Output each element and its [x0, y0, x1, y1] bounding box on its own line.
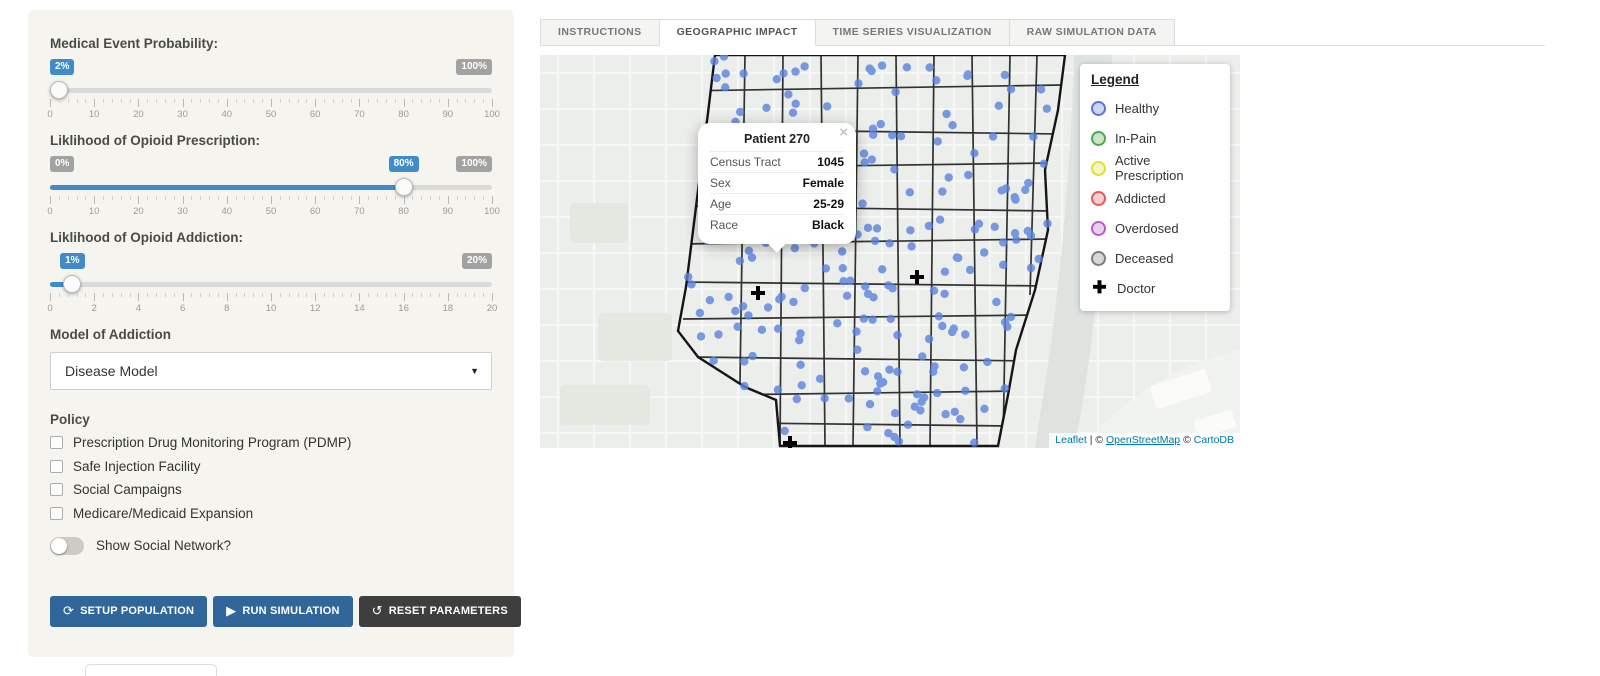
openstreetmap-link[interactable]: OpenStreetMap [1106, 434, 1180, 446]
play-icon: ▶ [226, 603, 236, 619]
legend-item-in-pain: In-Pain [1091, 123, 1219, 153]
leaflet-map[interactable]: × Patient 270 Census Tract1045 SexFemale… [540, 55, 1240, 448]
action-buttons: ⟳ SETUP POPULATION ▶ RUN SIMULATION ↺ RE… [50, 596, 492, 627]
reset-parameters-button[interactable]: ↺ RESET PARAMETERS [359, 596, 521, 627]
slider-opioid-addiction: Liklihood of Opioid Addiction: 0% 20% 1%… [50, 230, 492, 313]
slider-medical-event-probability: Medical Event Probability: 0% 100% 2% 01… [50, 36, 492, 119]
checkbox-icon[interactable] [50, 483, 63, 496]
active-prescription-circle-icon [1091, 161, 1106, 176]
policy-checkbox-group: Prescription Drug Monitoring Program (PD… [50, 435, 492, 521]
slider-label: Liklihood of Opioid Addiction: [50, 230, 492, 245]
deceased-circle-icon [1091, 251, 1106, 266]
slider-track[interactable] [50, 81, 492, 99]
refresh-icon: ⟳ [63, 603, 74, 619]
healthy-circle-icon [1091, 101, 1106, 116]
show-social-network-toggle[interactable] [50, 537, 84, 555]
cartodb-link[interactable]: CartoDB [1194, 434, 1234, 446]
model-of-addiction-select[interactable]: Disease Model ▼ [50, 352, 492, 390]
map-legend: Legend Healthy In-Pain Active Prescripti… [1080, 64, 1230, 311]
checkbox-pdmp[interactable]: Prescription Drug Monitoring Program (PD… [50, 435, 492, 450]
slider-max-badge: 20% [462, 253, 492, 269]
chevron-down-icon: ▼ [470, 366, 479, 376]
slider-handle[interactable] [63, 275, 81, 293]
legend-title: Legend [1091, 72, 1219, 87]
slider-max-badge: 100% [456, 59, 492, 75]
slider-track[interactable] [50, 275, 492, 293]
overdosed-circle-icon [1091, 221, 1106, 236]
toggle-knob[interactable] [51, 538, 67, 554]
addicted-circle-icon [1091, 191, 1106, 206]
model-of-addiction-label: Model of Addiction [50, 327, 492, 342]
controls-panel: Medical Event Probability: 0% 100% 2% 01… [28, 10, 514, 657]
checkbox-icon[interactable] [50, 507, 63, 520]
slider-max-badge: 100% [456, 156, 492, 172]
slider-track[interactable] [50, 178, 492, 196]
run-simulation-button[interactable]: ▶ RUN SIMULATION [213, 596, 353, 627]
popup-title: Patient 270 [710, 132, 844, 146]
undo-icon: ↺ [372, 603, 383, 619]
leaflet-link[interactable]: Leaflet [1055, 434, 1087, 446]
legend-item-healthy: Healthy [1091, 93, 1219, 123]
tab-instructions[interactable]: INSTRUCTIONS [540, 19, 660, 46]
policy-label: Policy [50, 412, 492, 427]
show-social-network-row: Show Social Network? [50, 537, 492, 555]
popup-row-sex: SexFemale [710, 172, 844, 193]
checkbox-icon[interactable] [50, 460, 63, 473]
selected-model-value: Disease Model [65, 363, 158, 379]
tab-raw-simulation-data[interactable]: RAW SIMULATION DATA [1009, 19, 1175, 46]
popup-row-census-tract: Census Tract1045 [710, 151, 844, 172]
doctor-cross-icon: ✚ [1091, 280, 1108, 297]
in-pain-circle-icon [1091, 131, 1106, 146]
legend-item-overdosed: Overdosed [1091, 213, 1219, 243]
slider-value-badge: 80% [389, 156, 419, 172]
slider-min-badge: 0% [50, 156, 74, 172]
popup-row-race: RaceBlack [710, 214, 844, 235]
legend-item-doctor: ✚ Doctor [1091, 273, 1219, 303]
toggle-label: Show Social Network? [96, 538, 231, 553]
slider-label: Medical Event Probability: [50, 36, 492, 51]
checkbox-icon[interactable] [50, 436, 63, 449]
map-attribution: Leaflet | © OpenStreetMap © CartoDB [1049, 433, 1240, 448]
slider-ticks: 0102030405060708090100 [50, 196, 492, 216]
app-page: Medical Event Probability: 0% 100% 2% 01… [0, 0, 1600, 676]
cutoff-card [85, 664, 217, 676]
tab-geographic-impact[interactable]: GEOGRAPHIC IMPACT [659, 19, 816, 46]
patient-popup: × Patient 270 Census Tract1045 SexFemale… [698, 123, 856, 244]
checkbox-medicare-medicaid-expansion[interactable]: Medicare/Medicaid Expansion [50, 506, 492, 521]
slider-value-badge: 2% [50, 59, 74, 75]
checkbox-social-campaigns[interactable]: Social Campaigns [50, 482, 492, 497]
legend-item-active-prescription: Active Prescription [1091, 153, 1219, 183]
slider-handle[interactable] [395, 178, 413, 196]
slider-label: Liklihood of Opioid Prescription: [50, 133, 492, 148]
slider-opioid-prescription: Liklihood of Opioid Prescription: 0% 100… [50, 133, 492, 216]
legend-item-deceased: Deceased [1091, 243, 1219, 273]
slider-ticks: 02468101214161820 [50, 293, 492, 313]
slider-value-badge: 1% [60, 253, 84, 269]
slider-ticks: 0102030405060708090100 [50, 99, 492, 119]
popup-close-icon[interactable]: × [839, 126, 848, 140]
setup-population-button[interactable]: ⟳ SETUP POPULATION [50, 596, 207, 627]
legend-item-addicted: Addicted [1091, 183, 1219, 213]
slider-handle[interactable] [50, 81, 68, 99]
tab-bar: INSTRUCTIONS GEOGRAPHIC IMPACT TIME SERI… [540, 19, 1175, 46]
tab-time-series-visualization[interactable]: TIME SERIES VISUALIZATION [815, 19, 1010, 46]
popup-row-age: Age25-29 [710, 193, 844, 214]
checkbox-safe-injection-facility[interactable]: Safe Injection Facility [50, 459, 492, 474]
